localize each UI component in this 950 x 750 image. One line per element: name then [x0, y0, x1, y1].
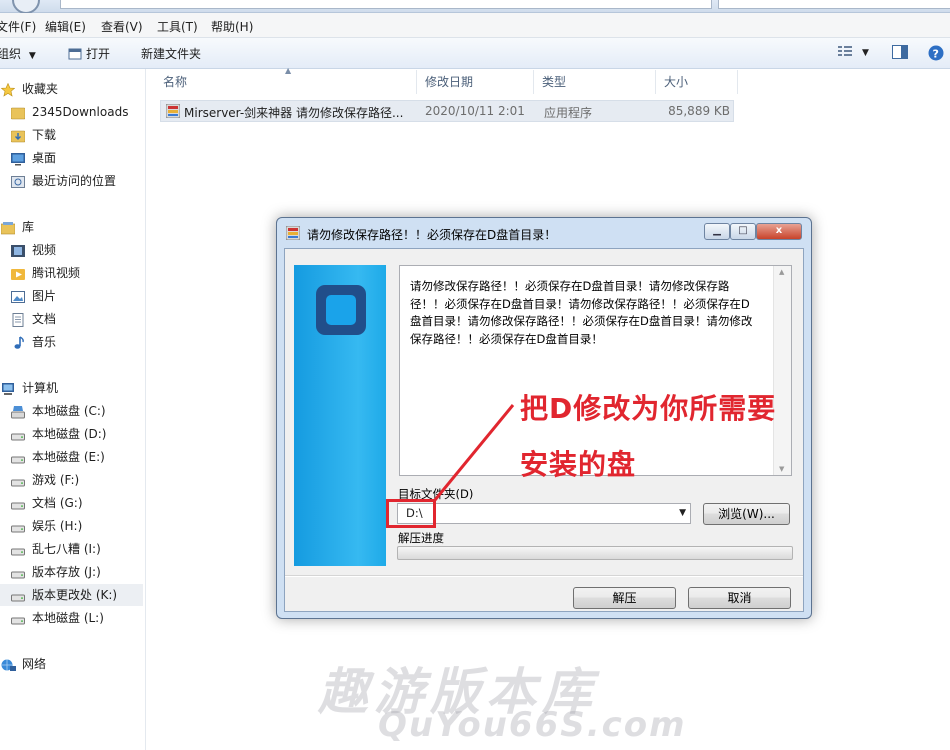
watermark-english: QuYou66S.com — [378, 705, 687, 745]
annotation-text-line2: 安装的盘 — [520, 448, 637, 481]
annotation-arrow — [433, 404, 515, 501]
annotation-text-line1: 把D修改为你所需要 — [520, 392, 777, 425]
